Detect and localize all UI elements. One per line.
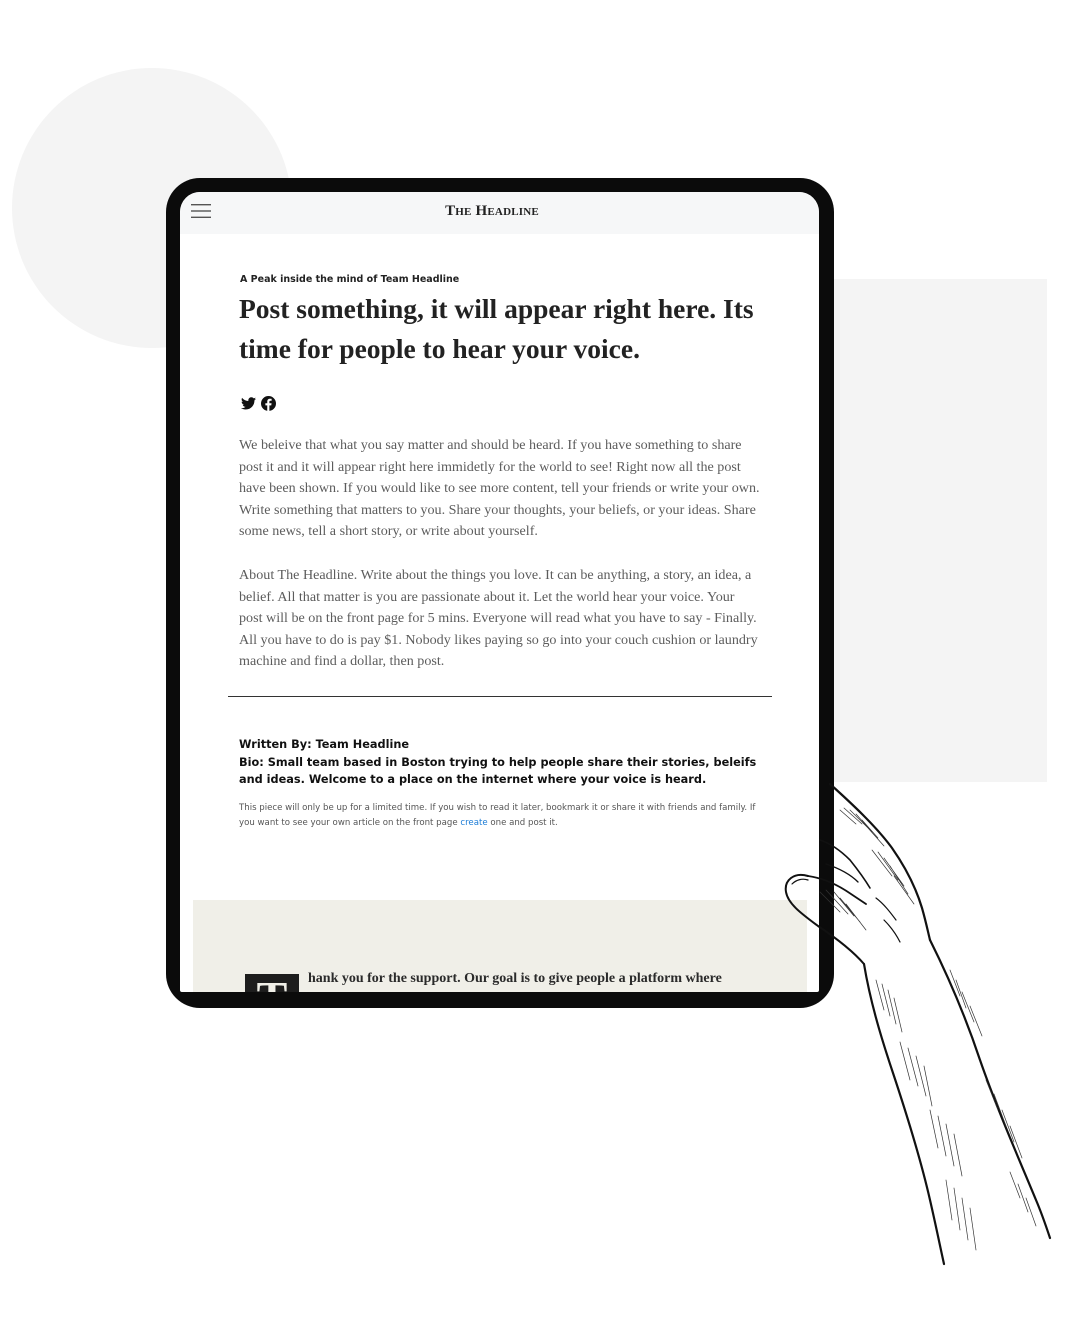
top-nav-bar: The Headline xyxy=(180,192,819,234)
create-link[interactable]: create xyxy=(460,818,487,828)
author-bio: Bio: Small team based in Boston trying t… xyxy=(239,755,757,787)
section-divider xyxy=(228,696,772,697)
hand-illustration xyxy=(784,782,1052,1266)
author-block: Written By: Team Headline Bio: Small tea… xyxy=(239,736,779,789)
article-paragraph: We beleive that what you say matter and … xyxy=(239,437,760,540)
site-logo[interactable]: The Headline xyxy=(180,203,804,220)
availability-note: This piece will only be up for a limited… xyxy=(239,801,769,831)
share-links xyxy=(241,396,276,411)
note-text-end: one and post it. xyxy=(487,818,558,828)
tablet-screen: The Headline A Peak inside the mind of T… xyxy=(180,192,819,992)
twitter-icon[interactable] xyxy=(241,397,256,410)
article-title: Post something, it will appear right her… xyxy=(239,293,754,364)
drop-cap: T xyxy=(245,974,299,992)
article-kicker: A Peak inside the mind of Team Headline xyxy=(240,274,460,285)
tablet-frame: The Headline A Peak inside the mind of T… xyxy=(166,178,834,1008)
author-byline: Written By: Team Headline xyxy=(239,738,410,751)
background-panel xyxy=(812,279,1047,782)
thank-you-section: T hank you for the support. Our goal is … xyxy=(193,900,807,992)
facebook-icon[interactable] xyxy=(261,396,276,411)
thank-you-text: hank you for the support. Our goal is to… xyxy=(308,971,722,986)
article-paragraph: About The Headline. Write about the thin… xyxy=(239,567,758,670)
